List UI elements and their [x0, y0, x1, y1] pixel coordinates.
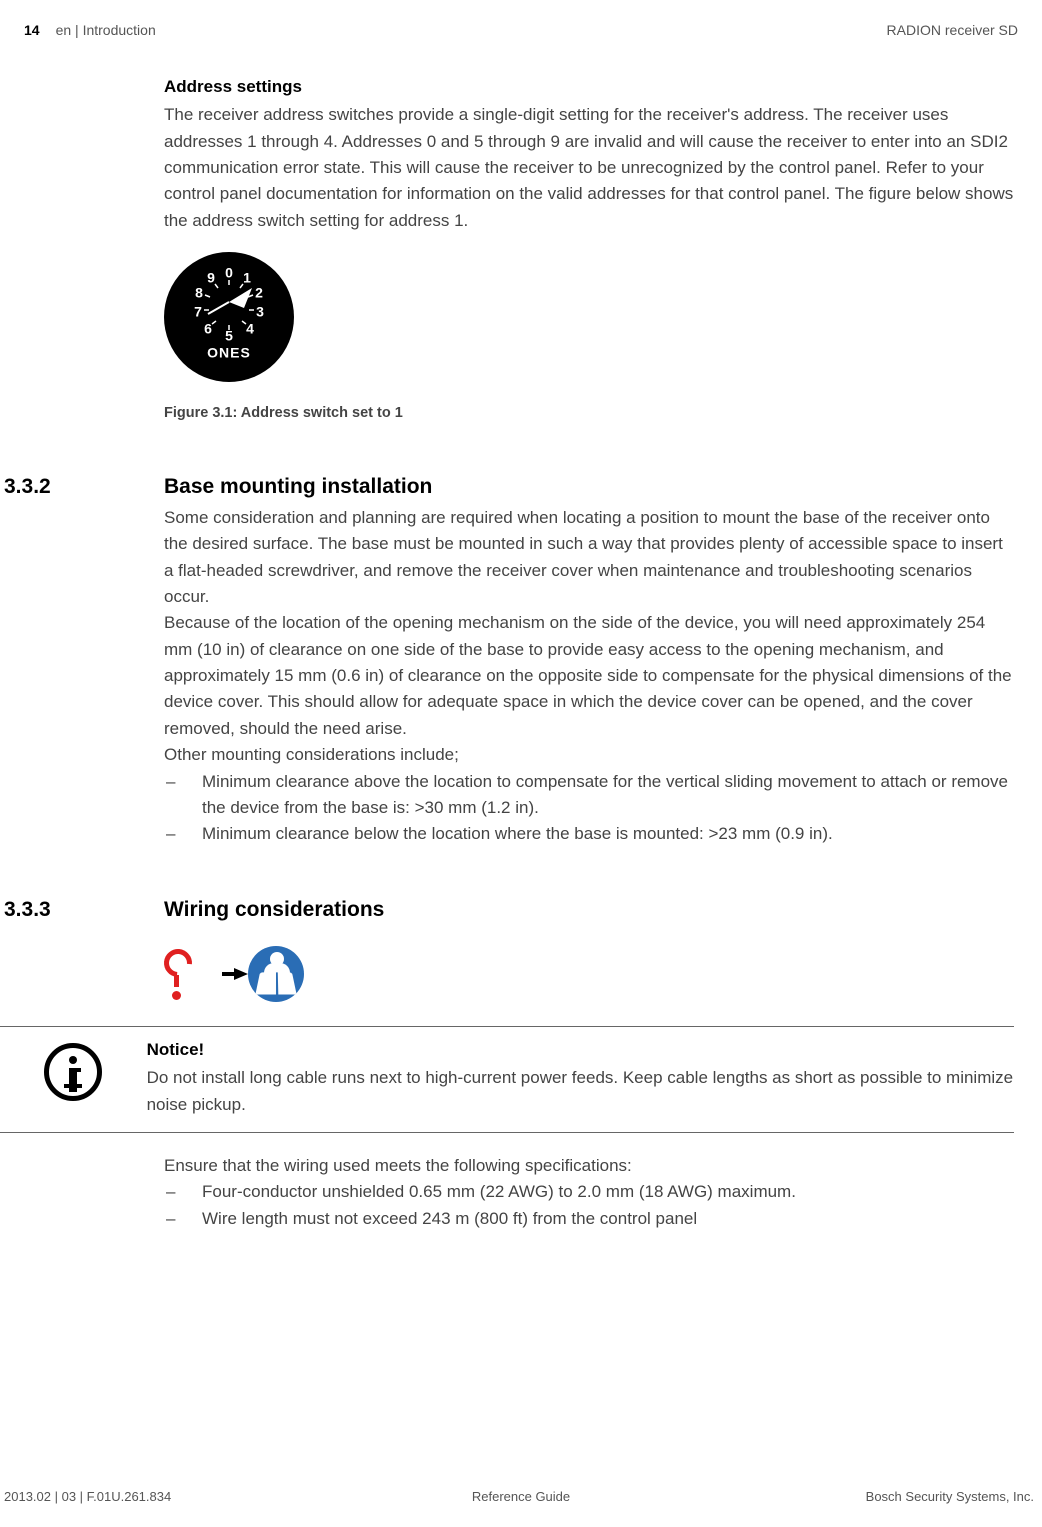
notice-title: Notice! [147, 1037, 1014, 1063]
s332-p2: Because of the location of the opening m… [164, 610, 1014, 742]
notice-block: Notice! Do not install long cable runs n… [0, 1037, 1014, 1133]
wiring-list: –Four-conductor unshielded 0.65 mm (22 A… [164, 1179, 1014, 1232]
info-icon [44, 1043, 102, 1101]
dial-7: 7 [194, 304, 202, 320]
section-332-body: Some consideration and planning are requ… [164, 505, 1014, 847]
breadcrumb: en | Introduction [56, 20, 156, 42]
section-332-number: 3.3.2 [0, 471, 164, 504]
question-mark-icon [164, 949, 198, 999]
s332-item-1: Minimum clearance below the location whe… [202, 821, 833, 847]
notice-icon-column [0, 1037, 147, 1118]
dial-5: 5 [225, 328, 233, 344]
refer-manual-icons [164, 946, 1014, 1002]
s332-p3: Other mounting considerations include; [164, 742, 1014, 768]
address-settings-section: Address settings The receiver address sw… [164, 74, 1014, 425]
s332-item-0: Minimum clearance above the location to … [202, 769, 1014, 822]
s332-list: –Minimum clearance above the location to… [164, 769, 1014, 848]
address-settings-heading: Address settings [164, 74, 1014, 100]
wiring-item-1: Wire length must not exceed 243 m (800 f… [202, 1206, 697, 1232]
dash-icon: – [164, 821, 202, 847]
dial-4: 4 [246, 321, 254, 337]
rotary-dial-svg: 0 1 2 3 4 5 6 7 8 9 ONES [164, 252, 294, 382]
address-settings-body: The receiver address switches provide a … [164, 102, 1014, 234]
header-left: 14 en | Introduction [24, 20, 156, 42]
section-333-number: 3.3.3 [0, 894, 164, 927]
dash-icon: – [164, 1179, 202, 1205]
list-item: –Four-conductor unshielded 0.65 mm (22 A… [164, 1179, 1014, 1205]
section-332-header: 3.3.2 Base mounting installation [0, 471, 1014, 504]
arrow-right-icon [234, 968, 248, 980]
product-name: RADION receiver SD [887, 20, 1018, 42]
dash-icon: – [164, 769, 202, 822]
dial-2: 2 [255, 285, 263, 301]
section-332-title: Base mounting installation [164, 471, 432, 504]
section-333-header: 3.3.3 Wiring considerations [0, 894, 1014, 927]
dial-0: 0 [225, 265, 233, 281]
dial-8: 8 [195, 285, 203, 301]
figure-caption: Figure 3.1: Address switch set to 1 [164, 402, 1014, 424]
read-manual-icon [248, 946, 304, 1002]
wiring-spec: Ensure that the wiring used meets the fo… [164, 1153, 1014, 1232]
footer-left: 2013.02 | 03 | F.01U.261.834 [4, 1487, 171, 1507]
wiring-item-0: Four-conductor unshielded 0.65 mm (22 AW… [202, 1179, 796, 1205]
list-item: –Minimum clearance above the location to… [164, 769, 1014, 822]
dial-6: 6 [204, 321, 212, 337]
dash-icon: – [164, 1206, 202, 1232]
notice-text: Notice! Do not install long cable runs n… [147, 1037, 1014, 1118]
dial-ones: ONES [207, 345, 251, 361]
dial-3: 3 [256, 304, 264, 320]
figure-address-switch: 0 1 2 3 4 5 6 7 8 9 ONES [164, 252, 1014, 424]
page-header: 14 en | Introduction RADION receiver SD [0, 20, 1042, 42]
notice-body: Do not install long cable runs next to h… [147, 1065, 1014, 1118]
content: Address settings The receiver address sw… [0, 74, 1014, 1232]
footer-right: Bosch Security Systems, Inc. [866, 1487, 1034, 1507]
rotary-dial-icon: 0 1 2 3 4 5 6 7 8 9 ONES [164, 252, 294, 382]
list-item: –Minimum clearance below the location wh… [164, 821, 1014, 847]
dial-1: 1 [243, 270, 251, 286]
page-number: 14 [24, 20, 40, 42]
wiring-lead: Ensure that the wiring used meets the fo… [164, 1153, 1014, 1179]
page-footer: 2013.02 | 03 | F.01U.261.834 Reference G… [0, 1487, 1042, 1507]
section-333-title: Wiring considerations [164, 894, 384, 927]
dial-9: 9 [207, 270, 215, 286]
footer-center: Reference Guide [472, 1487, 570, 1507]
list-item: –Wire length must not exceed 243 m (800 … [164, 1206, 1014, 1232]
divider [0, 1026, 1014, 1027]
s332-p1: Some consideration and planning are requ… [164, 505, 1014, 610]
